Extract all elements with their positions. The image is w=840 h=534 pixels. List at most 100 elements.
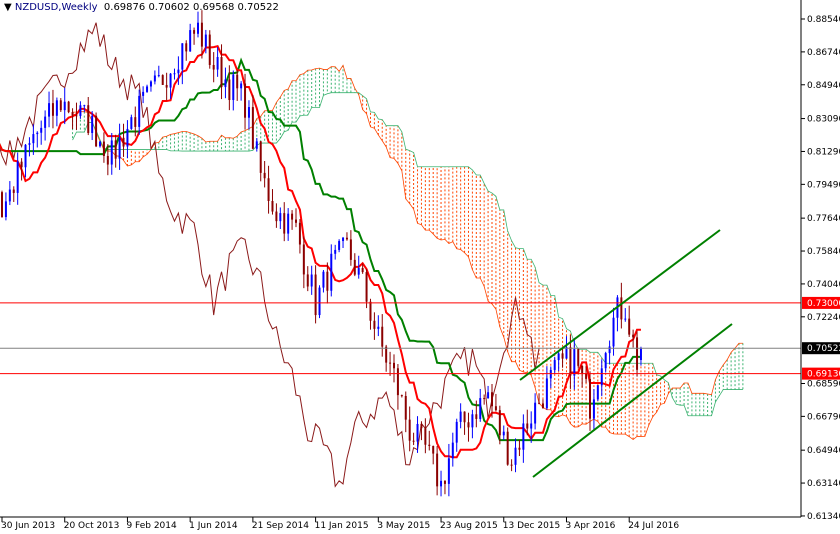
candle-body: [353, 259, 356, 275]
candle-body: [83, 105, 86, 107]
candle-body: [349, 239, 352, 260]
candle-body: [483, 398, 486, 400]
candle-body: [338, 241, 341, 250]
candle-body: [67, 101, 70, 113]
candle-body: [91, 115, 94, 134]
candle-body: [4, 201, 7, 218]
candle-body: [620, 297, 623, 320]
x-tick-label: 30 Jun 2013: [1, 521, 55, 531]
candle-body: [357, 268, 360, 275]
y-tick-label: 0.74040: [807, 280, 840, 290]
candle-body: [420, 423, 423, 429]
candle-body: [63, 101, 66, 111]
candle-body: [373, 320, 376, 329]
candle-body: [573, 349, 576, 376]
candle-body: [220, 57, 223, 88]
candle-body: [639, 348, 642, 360]
y-tick-label: 0.75840: [807, 247, 840, 257]
candle-body: [142, 91, 145, 96]
candle-body: [181, 43, 184, 70]
candle-body: [36, 132, 39, 135]
candle-body: [342, 237, 345, 242]
candle-body: [553, 360, 556, 370]
candle-body: [498, 410, 501, 436]
candle-body: [122, 137, 125, 147]
candle-body: [475, 414, 478, 419]
candle-body: [636, 337, 639, 370]
candle-body: [381, 326, 384, 347]
candle-body: [118, 137, 121, 159]
candle-body: [12, 189, 15, 193]
y-tick-label: 0.63140: [807, 479, 840, 489]
candle-body: [200, 22, 203, 47]
candle-body: [377, 326, 380, 329]
candle-body: [545, 378, 548, 409]
candle-body: [130, 117, 133, 129]
candle-body: [87, 105, 90, 134]
candle-body: [110, 140, 113, 165]
candle-body: [48, 103, 51, 117]
y-tick-label: 0.72240: [807, 313, 840, 323]
candle-body: [538, 402, 541, 404]
ichimoku-lines: [0, 22, 743, 488]
candle-body: [55, 100, 58, 116]
candle-body: [400, 395, 403, 397]
candle-body: [455, 421, 458, 443]
candle-body: [385, 346, 388, 363]
candle-body: [612, 317, 615, 347]
price-label: 0.69130: [807, 370, 840, 380]
candle-body: [412, 440, 415, 442]
candle-body: [369, 301, 372, 321]
candle-body: [20, 161, 23, 168]
candle-body: [169, 73, 172, 88]
candle-body: [494, 406, 497, 411]
candle-body: [592, 399, 595, 419]
candle-body: [577, 349, 580, 366]
candle-body: [549, 369, 552, 379]
candle-body: [608, 346, 611, 354]
y-tick-label: 0.77640: [807, 214, 840, 224]
candle-body: [59, 100, 62, 111]
x-tick-label: 13 Dec 2015: [503, 521, 561, 531]
candle-body: [432, 445, 435, 454]
candle-body: [530, 423, 533, 429]
candle-body: [146, 86, 149, 92]
candle-body: [310, 274, 313, 287]
candle-body: [216, 57, 219, 70]
candle-body: [24, 144, 27, 168]
candle-body: [487, 392, 490, 399]
candle-body: [28, 143, 31, 145]
candle-body: [295, 219, 297, 223]
candle-body: [345, 237, 348, 240]
y-tick-label: 0.61340: [807, 512, 840, 522]
candle-body: [126, 128, 129, 147]
candle-body: [541, 403, 544, 409]
candle-body: [416, 423, 419, 442]
candle-body: [275, 211, 278, 222]
candle-body: [510, 464, 513, 466]
y-tick-label: 0.79490: [807, 180, 840, 190]
candle-body: [79, 105, 82, 116]
candle-body: [396, 368, 399, 396]
candle-body: [479, 398, 482, 419]
candle-body: [95, 115, 98, 147]
price-axis: 0.88540 0.86740 0.84940 0.83090 0.81290 0.794…: [801, 15, 840, 522]
x-tick-label: 21 Sep 2014: [252, 521, 309, 531]
price-chart[interactable]: 0.73000 0.70522 0.69130 0.88540 0.86740 0.84…: [0, 0, 840, 534]
candle-body: [600, 368, 603, 386]
candle-body: [561, 353, 564, 359]
candle-body: [365, 272, 368, 302]
y-tick-label: 0.84940: [807, 81, 840, 91]
time-axis: 30 Jun 2013 20 Oct 2013 9 Feb 2014 1 Jun 20…: [1, 517, 679, 531]
candle-body: [193, 30, 196, 34]
candle-body: [244, 83, 247, 118]
x-tick-label: 1 Jun 2014: [189, 521, 238, 531]
candle-body: [236, 74, 239, 89]
x-tick-label: 20 Oct 2013: [64, 521, 120, 531]
candle-body: [263, 172, 266, 179]
candle-body: [177, 69, 180, 74]
senkou-span-b-line: [72, 92, 743, 417]
candle-body: [408, 419, 411, 441]
candle-body: [208, 34, 211, 65]
candle-body: [157, 75, 160, 77]
